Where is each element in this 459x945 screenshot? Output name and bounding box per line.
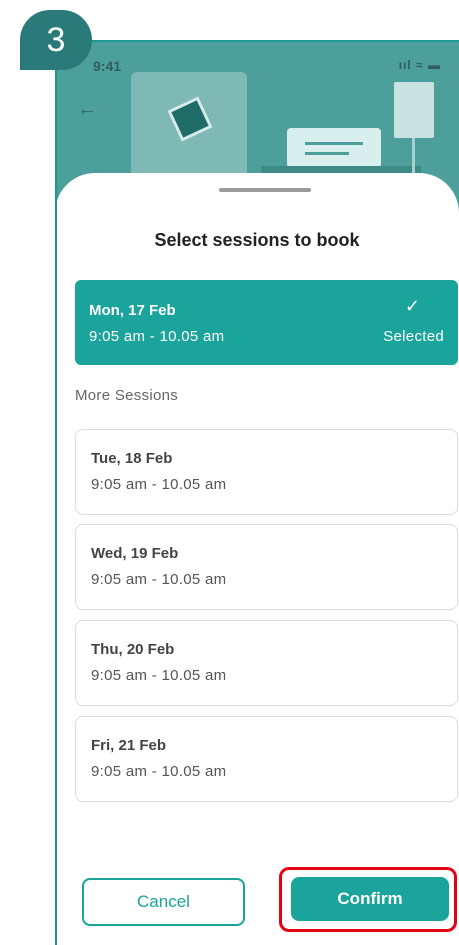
phone-frame-left bbox=[55, 40, 57, 945]
cancel-button[interactable]: Cancel bbox=[82, 878, 245, 926]
lamp-illustration bbox=[394, 82, 434, 138]
back-arrow-icon[interactable]: ← bbox=[77, 98, 97, 121]
session-date: Thu, 20 Feb bbox=[91, 641, 175, 658]
sheet-title: Select sessions to book bbox=[154, 230, 360, 250]
more-sessions-label: More Sessions bbox=[75, 387, 179, 404]
bubble-decoration bbox=[305, 152, 349, 155]
step-number-badge: 3 bbox=[20, 10, 92, 70]
session-time: 9:05 am - 10.05 am bbox=[91, 667, 227, 684]
session-card-fri[interactable]: Fri, 21 Feb 9:05 am - 10.05 am bbox=[75, 716, 458, 802]
session-time: 9:05 am - 10.05 am bbox=[91, 763, 227, 780]
session-card-wed[interactable]: Wed, 19 Feb 9:05 am - 10.05 am bbox=[75, 524, 458, 610]
book-logo-shape bbox=[167, 96, 213, 142]
confirm-button[interactable]: Confirm bbox=[291, 877, 449, 921]
session-date: Fri, 21 Feb bbox=[91, 737, 167, 754]
bottom-sheet: Select sessions to book Mon, 17 Feb 9:05… bbox=[55, 173, 459, 945]
selected-session-card[interactable]: Mon, 17 Feb 9:05 am - 10.05 am ✓ Selecte… bbox=[75, 280, 458, 365]
selected-status: Selected bbox=[383, 328, 444, 345]
session-time: 9:05 am - 10.05 am bbox=[91, 571, 227, 588]
phone-frame-top bbox=[55, 40, 459, 42]
bubble-decoration bbox=[305, 142, 363, 145]
session-card-tue[interactable]: Tue, 18 Feb 9:05 am - 10.05 am bbox=[75, 429, 458, 515]
status-bar-icons: ııl ≈ ▬ bbox=[398, 58, 441, 72]
phone-screen: 9:41 ııl ≈ ▬ ← Select sessions to book M… bbox=[55, 40, 459, 945]
session-time: 9:05 am - 10.05 am bbox=[89, 328, 225, 345]
status-bar-time: 9:41 bbox=[93, 58, 122, 74]
session-date: Mon, 17 Feb bbox=[89, 302, 176, 319]
session-time: 9:05 am - 10.05 am bbox=[91, 476, 227, 493]
check-icon: ✓ bbox=[404, 296, 420, 316]
session-card-thu[interactable]: Thu, 20 Feb 9:05 am - 10.05 am bbox=[75, 620, 458, 706]
sheet-drag-handle[interactable] bbox=[219, 188, 311, 192]
speech-bubble-illustration bbox=[287, 128, 381, 168]
session-date: Tue, 18 Feb bbox=[91, 450, 173, 467]
session-date: Wed, 19 Feb bbox=[91, 545, 179, 562]
